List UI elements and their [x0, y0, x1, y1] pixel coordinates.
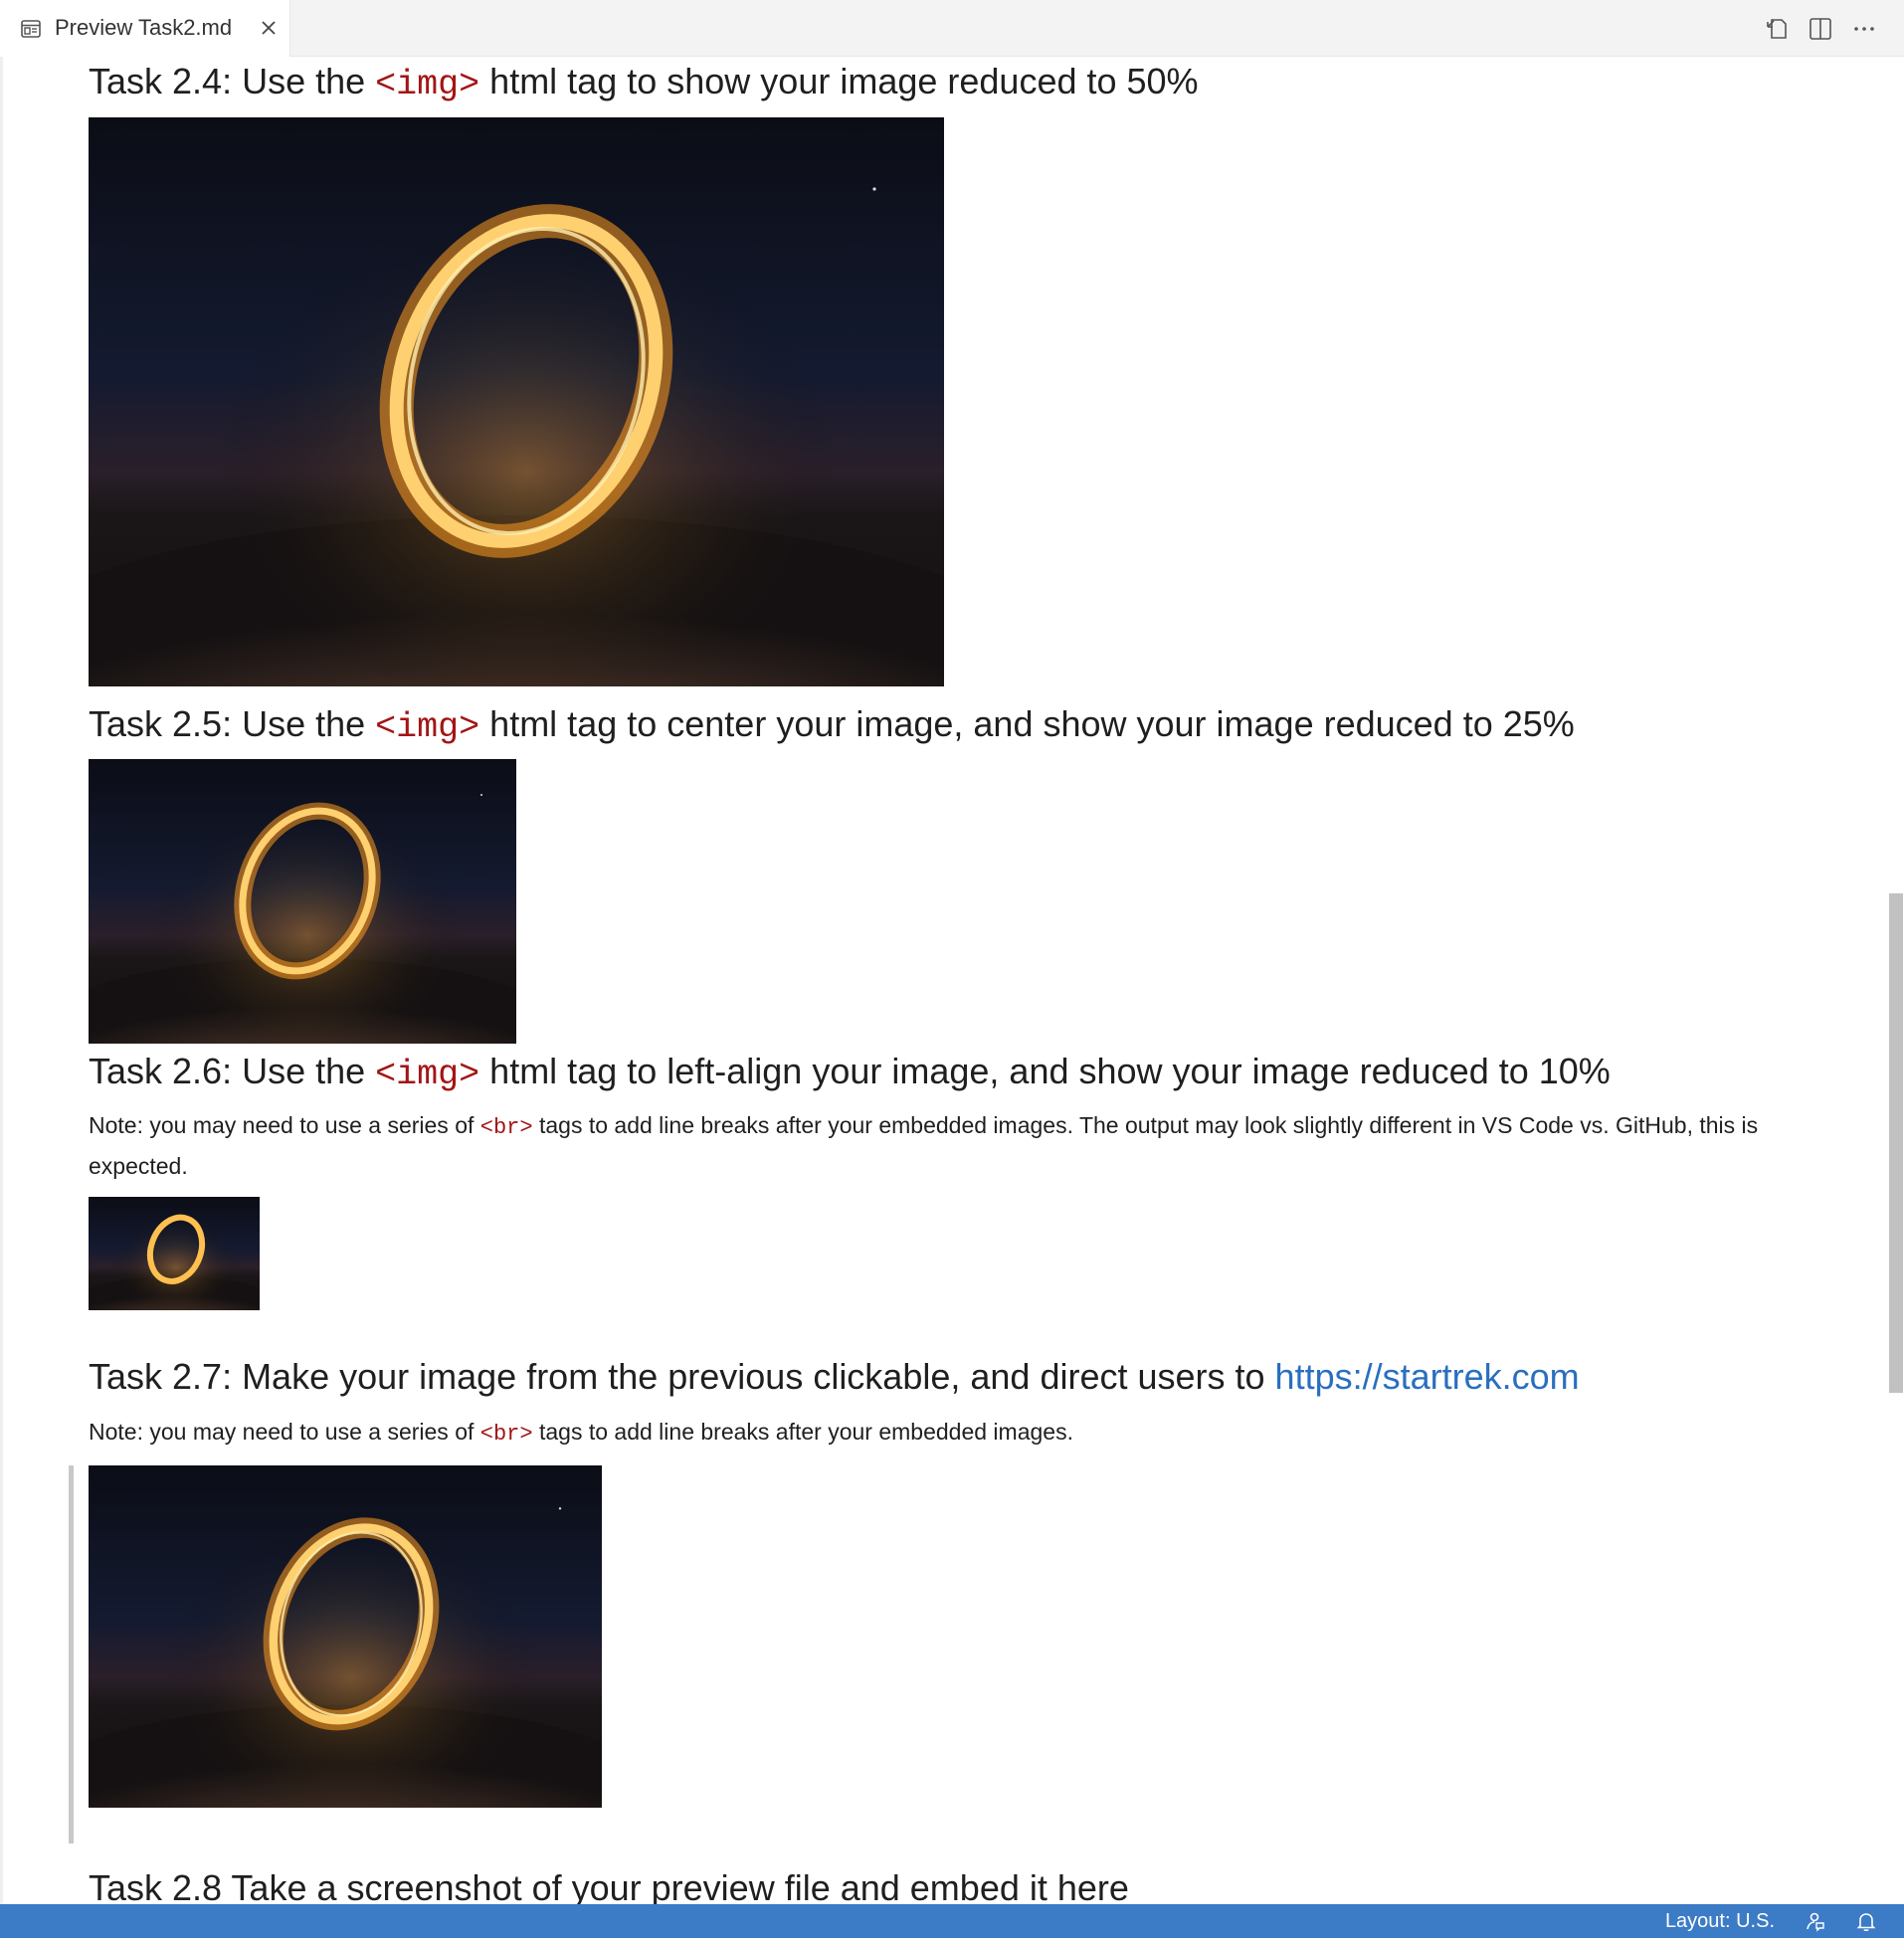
tab-preview-task2[interactable]: Preview Task2.md: [0, 0, 290, 57]
scrollbar-thumb[interactable]: [1889, 893, 1903, 1393]
markdown-preview: Task 2.4: Use the <img> html tag to show…: [0, 57, 1890, 1904]
fire-ring-image-50: [89, 117, 944, 686]
keyboard-layout-status[interactable]: Layout: U.S.: [1665, 1910, 1775, 1933]
startrek-link[interactable]: https://startrek.com: [1275, 1356, 1580, 1397]
more-actions-icon[interactable]: [1849, 14, 1879, 44]
close-icon[interactable]: [257, 16, 281, 40]
split-editor-icon[interactable]: [1806, 14, 1835, 44]
status-bar: Layout: U.S.: [0, 1904, 1904, 1938]
preview-icon: [19, 17, 43, 41]
heading-task-2-4: Task 2.4: Use the <img> html tag to show…: [89, 61, 1199, 104]
heading-task-2-7: Task 2.7: Make your image from the previ…: [89, 1356, 1580, 1397]
heading-task-2-6: Task 2.6: Use the <img> html tag to left…: [89, 1051, 1611, 1094]
tab-label: Preview Task2.md: [55, 15, 233, 40]
editor-tab-bar: Preview Task2.md: [0, 0, 1904, 57]
note-task-2-7: Note: you may need to use a series of <b…: [89, 1419, 1073, 1447]
notifications-bell-icon[interactable]: [1854, 1909, 1878, 1933]
heading-task-2-5: Task 2.5: Use the <img> html tag to cent…: [89, 703, 1575, 747]
fire-ring-image-10: [89, 1197, 260, 1310]
open-source-icon[interactable]: [1763, 14, 1793, 44]
feedback-icon[interactable]: [1803, 1909, 1826, 1933]
fire-ring-image-25: [89, 759, 516, 1044]
fire-ring-image-link[interactable]: [89, 1465, 602, 1808]
heading-task-2-8: Task 2.8 Take a screenshot of your previ…: [89, 1867, 1129, 1904]
blockquote-bar: [69, 1465, 74, 1843]
note-task-2-6: Note: you may need to use a series of <b…: [89, 1112, 1759, 1179]
